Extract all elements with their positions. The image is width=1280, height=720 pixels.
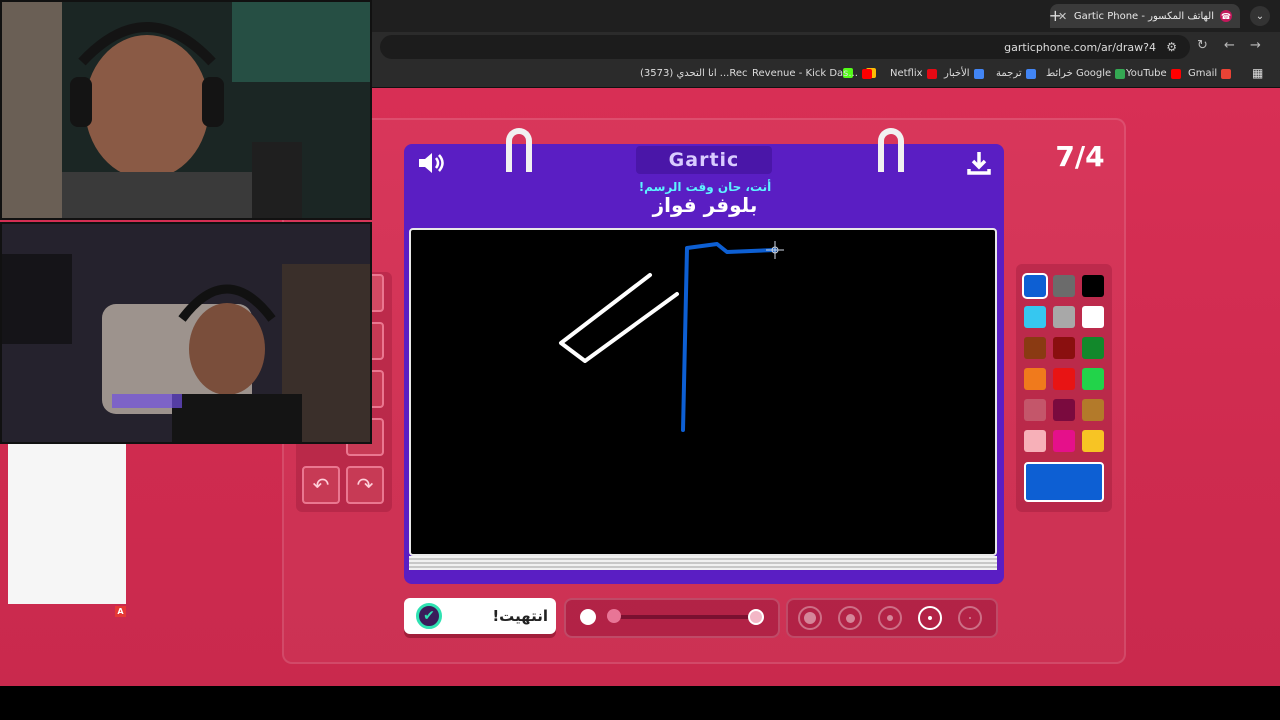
overlay-badge: A bbox=[115, 606, 126, 617]
bookmark-label: خرائط Google bbox=[1046, 68, 1112, 79]
tab-search-icon[interactable]: ⌄ bbox=[1250, 6, 1270, 26]
undo-arrow-icon: ↶ bbox=[312, 473, 330, 497]
youtube-icon bbox=[1170, 68, 1181, 79]
color-swatch[interactable] bbox=[1053, 368, 1075, 390]
webcam-person-image bbox=[2, 2, 370, 218]
check-icon: ✔ bbox=[416, 603, 442, 629]
drawing-canvas[interactable] bbox=[409, 228, 997, 556]
bookmark-news[interactable]: الأخبار bbox=[944, 68, 984, 79]
bookmark-label: (3573) انا التحدي ...Rec bbox=[640, 68, 748, 79]
tab-title: Gartic Phone - الهاتف المكسور bbox=[1073, 10, 1214, 22]
white-stroke bbox=[559, 273, 679, 363]
color-swatch[interactable] bbox=[1053, 337, 1075, 359]
color-swatch[interactable] bbox=[1024, 368, 1046, 390]
color-swatch[interactable] bbox=[1024, 430, 1046, 452]
done-label: انتهيت! bbox=[492, 607, 548, 625]
color-swatch[interactable] bbox=[1024, 399, 1046, 421]
apps-icon[interactable]: ▦ bbox=[1252, 66, 1263, 80]
bookmark-netflix[interactable]: Netflix bbox=[890, 68, 937, 79]
opacity-max-dot bbox=[748, 609, 764, 625]
news-icon bbox=[973, 68, 984, 79]
crosshair-cursor-icon bbox=[766, 241, 784, 259]
brush-size-dot bbox=[887, 615, 893, 621]
binder-ring-left bbox=[506, 128, 532, 172]
download-icon bbox=[967, 152, 991, 175]
redo-button[interactable]: ↷ bbox=[346, 466, 384, 504]
redo-arrow-icon: ↷ bbox=[356, 473, 374, 497]
address-bar[interactable]: garticphone.com/ar/draw?4 bbox=[380, 35, 1190, 59]
bookmark-label: Netflix bbox=[890, 68, 923, 79]
bookmark-youtube-video[interactable]: (3573) انا التحدي ...Rec bbox=[640, 68, 747, 79]
guest-webcam bbox=[0, 222, 372, 444]
brush-size-option[interactable] bbox=[918, 606, 942, 630]
blue-stroke bbox=[681, 242, 777, 432]
site-settings-icon[interactable]: ⚙ bbox=[1166, 40, 1177, 54]
screen: ✕ Gartic Phone - الهاتف المكسور ☎ + ⌄ ga… bbox=[0, 0, 1280, 720]
bookmark-label: YouTube bbox=[1126, 68, 1167, 79]
gartic-logo: Gartic bbox=[636, 146, 772, 174]
overlay-panel bbox=[8, 444, 126, 604]
youtube-icon bbox=[861, 68, 872, 79]
bookmark-revenue[interactable]: Revenue - Kick Das... bbox=[752, 68, 872, 79]
brush-size-option[interactable] bbox=[838, 606, 862, 630]
drawing-strokes bbox=[559, 241, 784, 432]
color-swatch[interactable] bbox=[1082, 430, 1104, 452]
color-swatch[interactable] bbox=[1082, 399, 1104, 421]
bookmark-label: ترجمة bbox=[996, 68, 1022, 79]
bookmark-label: الأخبار bbox=[944, 68, 970, 79]
brush-size-option[interactable] bbox=[798, 606, 822, 630]
gmail-icon bbox=[1221, 68, 1232, 79]
word-to-draw: بلوفر فواز bbox=[652, 193, 758, 217]
new-tab-icon[interactable]: + bbox=[1049, 6, 1062, 25]
browser-tab[interactable]: ✕ Gartic Phone - الهاتف المكسور ☎ bbox=[1050, 4, 1240, 28]
color-swatch[interactable] bbox=[1082, 306, 1104, 328]
bookmark-gmail[interactable]: Gmail bbox=[1188, 68, 1232, 79]
sound-toggle-button[interactable] bbox=[414, 148, 448, 178]
brush-size-dot bbox=[969, 617, 971, 619]
brush-size-dot bbox=[845, 613, 855, 623]
color-swatch[interactable] bbox=[1024, 337, 1046, 359]
translate-icon bbox=[1025, 68, 1036, 79]
undo-button[interactable]: ↶ bbox=[302, 466, 340, 504]
color-swatch[interactable] bbox=[1053, 430, 1075, 452]
opacity-slider-handle[interactable] bbox=[607, 609, 621, 623]
reload-icon[interactable]: ↻ bbox=[1197, 38, 1208, 53]
color-swatch[interactable] bbox=[1024, 306, 1046, 328]
brush-size-option[interactable] bbox=[878, 606, 902, 630]
opacity-min-dot bbox=[580, 609, 596, 625]
url-text: garticphone.com/ar/draw?4 bbox=[1004, 40, 1156, 54]
brush-size-option[interactable] bbox=[958, 606, 982, 630]
notebook-pages-edge bbox=[409, 556, 997, 570]
forward-icon[interactable]: → bbox=[1250, 38, 1261, 53]
maps-icon bbox=[1115, 68, 1126, 79]
letterbox-bar bbox=[0, 686, 1280, 720]
color-swatch[interactable] bbox=[1082, 275, 1104, 297]
brush-size-dot bbox=[804, 612, 816, 624]
download-button[interactable] bbox=[962, 148, 996, 178]
bookmark-label: Revenue - Kick Das... bbox=[752, 68, 858, 79]
color-swatch[interactable] bbox=[1082, 337, 1104, 359]
color-swatch[interactable] bbox=[1082, 368, 1104, 390]
color-swatch[interactable] bbox=[1022, 273, 1048, 299]
bookmark-label: Gmail bbox=[1188, 68, 1218, 79]
binder-ring-right bbox=[878, 128, 904, 172]
draw-prompt-subtitle: أنت، حان وقت الرسم! bbox=[638, 180, 772, 194]
opacity-slider[interactable] bbox=[614, 615, 756, 619]
streamer-webcam-top bbox=[0, 0, 372, 220]
round-counter: 7/4 bbox=[1055, 140, 1105, 173]
bookmark-youtube[interactable]: YouTube bbox=[1126, 68, 1181, 79]
bookmark-translate[interactable]: ترجمة bbox=[996, 68, 1036, 79]
webcam-person-image bbox=[2, 224, 370, 442]
selected-color-preview bbox=[1024, 462, 1104, 502]
netflix-icon bbox=[926, 68, 937, 79]
speaker-icon bbox=[419, 153, 444, 173]
color-swatch[interactable] bbox=[1053, 306, 1075, 328]
brush-size-dot bbox=[928, 616, 932, 620]
color-swatch[interactable] bbox=[1053, 275, 1075, 297]
tab-favicon-icon: ☎ bbox=[1220, 10, 1232, 22]
bookmark-maps[interactable]: خرائط Google bbox=[1046, 68, 1126, 79]
back-icon[interactable]: ← bbox=[1224, 38, 1235, 53]
done-button[interactable]: ✔ انتهيت! bbox=[404, 598, 556, 634]
color-swatch[interactable] bbox=[1053, 399, 1075, 421]
